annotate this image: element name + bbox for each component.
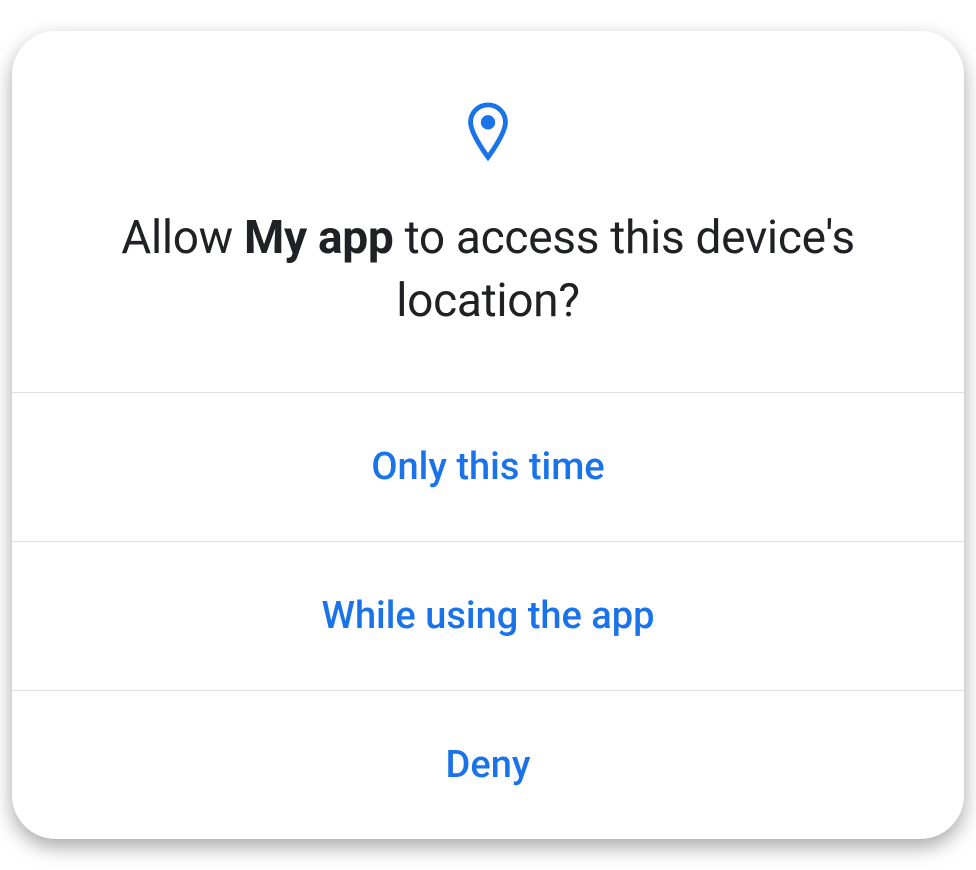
app-name: My app xyxy=(244,211,393,265)
dialog-header: Allow My app to access this device's loc… xyxy=(12,31,964,392)
location-pin-icon xyxy=(462,101,514,167)
dialog-title: Allow My app to access this device's loc… xyxy=(72,207,904,331)
deny-button[interactable]: Deny xyxy=(12,691,964,839)
while-using-app-button[interactable]: While using the app xyxy=(12,542,964,691)
title-prefix: Allow xyxy=(121,211,244,265)
title-suffix: to access this device's location? xyxy=(393,211,854,327)
permission-dialog: Allow My app to access this device's loc… xyxy=(12,31,964,838)
only-this-time-button[interactable]: Only this time xyxy=(12,393,964,542)
